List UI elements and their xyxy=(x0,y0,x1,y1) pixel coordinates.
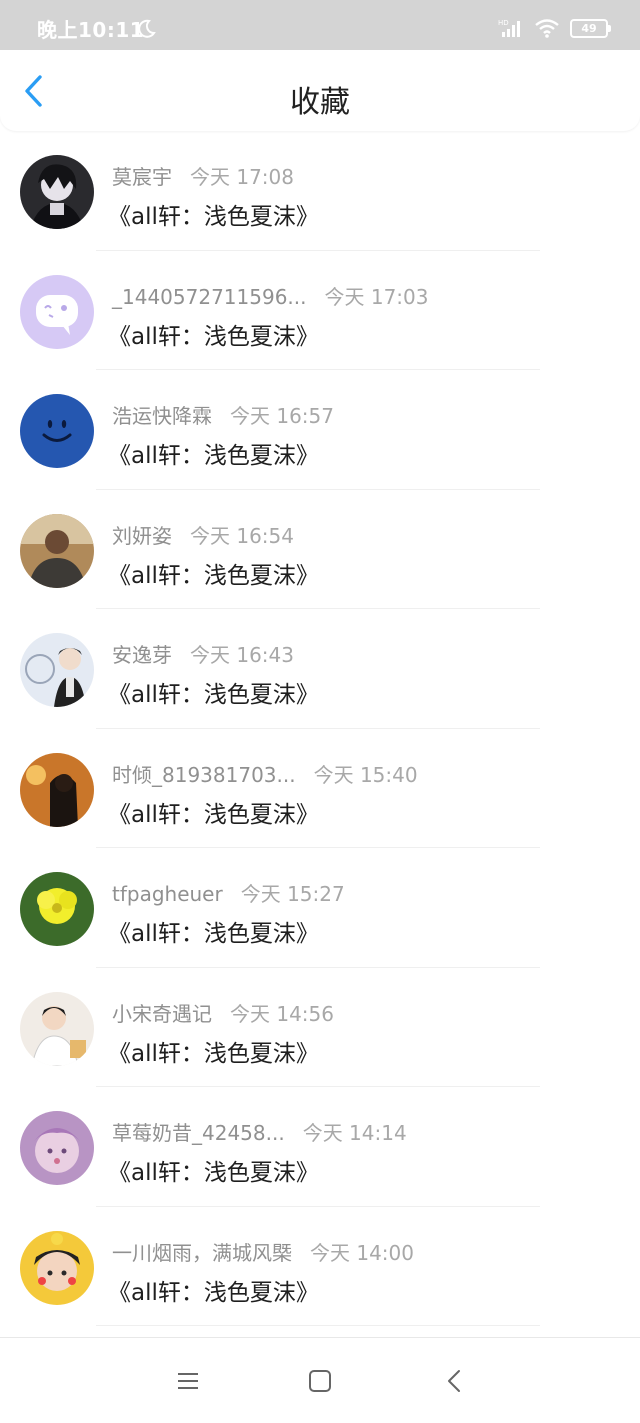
user-name: _1440572711596... 今天 17:03 xyxy=(112,284,429,309)
timestamp: 今天 17:03 xyxy=(324,284,429,309)
timestamp: 今天 15:27 xyxy=(240,882,345,906)
avatar[interactable] xyxy=(20,513,94,588)
work-title[interactable]: 《all轩：浅色夏沫》 xyxy=(108,317,319,351)
work-title[interactable]: 《all轩：浅色夏沫》 xyxy=(108,1273,319,1307)
list-item[interactable]: 小宋奇遇记 今天 14:56 《all轩：浅色夏沫》 xyxy=(0,968,640,1087)
work-title[interactable]: 《all轩：浅色夏沫》 xyxy=(108,197,319,231)
battery-icon: 49 xyxy=(570,18,611,38)
list-item[interactable]: _1440572711596... 今天 17:03 《all轩：浅色夏沫》 xyxy=(0,251,640,370)
wifi-icon xyxy=(535,19,559,38)
avatar[interactable] xyxy=(20,633,94,707)
list-item[interactable]: 时倾_819381703... 今天 15:40 《all轩：浅色夏沫》 xyxy=(0,729,640,848)
avatar[interactable] xyxy=(20,394,94,468)
timestamp: 今天 16:43 xyxy=(190,643,294,667)
timestamp: 今天 16:54 xyxy=(190,523,294,548)
user-name: 小宋奇遇记 今天 14:56 xyxy=(112,1001,334,1026)
list-item[interactable]: 浩运快降霖 今天 16:57 《all轩：浅色夏沫》 xyxy=(0,370,640,490)
header: 收藏 xyxy=(0,50,640,131)
work-title[interactable]: 《all轩：浅色夏沫》 xyxy=(108,1153,319,1187)
list-item[interactable]: 莫宸宇 今天 17:08 《all轩：浅色夏沫》 xyxy=(0,131,640,251)
work-title[interactable]: 《all轩：浅色夏沫》 xyxy=(108,914,319,948)
favorites-list: 莫宸宇 今天 17:08 《all轩：浅色夏沫》 _1440572711596..… xyxy=(0,131,640,1326)
user-name: 一川烟雨，满城风槩 今天 14:00 xyxy=(112,1240,414,1265)
timestamp: 今天 14:00 xyxy=(310,1240,414,1265)
list-item[interactable]: 一川烟雨，满城风槩 今天 14:00 《all轩：浅色夏沫》 xyxy=(0,1207,640,1326)
avatar[interactable] xyxy=(20,155,94,229)
avatar[interactable] xyxy=(20,1230,94,1305)
avatar[interactable] xyxy=(20,752,94,827)
user-name: 安逸芽 今天 16:43 xyxy=(112,643,294,667)
avatar[interactable] xyxy=(20,872,94,946)
timestamp: 今天 15:40 xyxy=(313,762,418,787)
work-title[interactable]: 《all轩：浅色夏沫》 xyxy=(108,1034,319,1068)
page-title: 收藏 xyxy=(290,85,350,120)
menu-icon xyxy=(178,1373,198,1389)
divider xyxy=(96,1325,540,1326)
avatar[interactable] xyxy=(20,274,94,349)
system-nav-bar xyxy=(0,1337,640,1423)
list-item[interactable]: tfpagheuer 今天 15:27 《all轩：浅色夏沫》 xyxy=(0,848,640,968)
timestamp: 今天 14:56 xyxy=(230,1001,334,1026)
avatar[interactable] xyxy=(20,991,94,1066)
user-name: 莫宸宇 今天 17:08 xyxy=(112,165,294,189)
list-item[interactable]: 安逸芽 今天 16:43 《all轩：浅色夏沫》 xyxy=(0,609,640,729)
work-title[interactable]: 《all轩：浅色夏沫》 xyxy=(108,436,319,470)
back-chevron-icon xyxy=(448,1370,460,1392)
hd-signal-icon: HD xyxy=(498,19,520,37)
user-name: tfpagheuer 今天 15:27 xyxy=(112,882,345,906)
timestamp: 今天 16:57 xyxy=(230,404,334,428)
timestamp: 今天 14:14 xyxy=(302,1121,407,1145)
status-time: 晚上10:11 xyxy=(37,18,145,42)
home-button[interactable] xyxy=(305,1366,335,1396)
moon-icon xyxy=(138,19,156,38)
user-name: 刘妍姿 今天 16:54 xyxy=(112,523,294,548)
list-item[interactable]: 草莓奶昔_42458... 今天 14:14 《all轩：浅色夏沫》 xyxy=(0,1087,640,1207)
system-back-button[interactable] xyxy=(440,1366,470,1396)
menu-button[interactable] xyxy=(173,1366,203,1396)
work-title[interactable]: 《all轩：浅色夏沫》 xyxy=(108,795,319,829)
avatar[interactable] xyxy=(20,1111,94,1185)
svg-text:HD: HD xyxy=(498,19,509,27)
user-name: 时倾_819381703... 今天 15:40 xyxy=(112,762,418,787)
home-square-icon xyxy=(309,1370,331,1392)
list-item[interactable]: 刘妍姿 今天 16:54 《all轩：浅色夏沫》 xyxy=(0,490,640,609)
status-icons: HD 49 xyxy=(498,18,611,38)
status-bar: 晚上10:11 HD 49 xyxy=(0,0,640,50)
user-name: 浩运快降霖 今天 16:57 xyxy=(112,404,334,428)
work-title[interactable]: 《all轩：浅色夏沫》 xyxy=(108,556,319,590)
battery-level: 49 xyxy=(581,21,597,35)
user-name: 草莓奶昔_42458... 今天 14:14 xyxy=(112,1121,407,1145)
timestamp: 今天 17:08 xyxy=(190,165,294,189)
work-title[interactable]: 《all轩：浅色夏沫》 xyxy=(108,675,319,709)
